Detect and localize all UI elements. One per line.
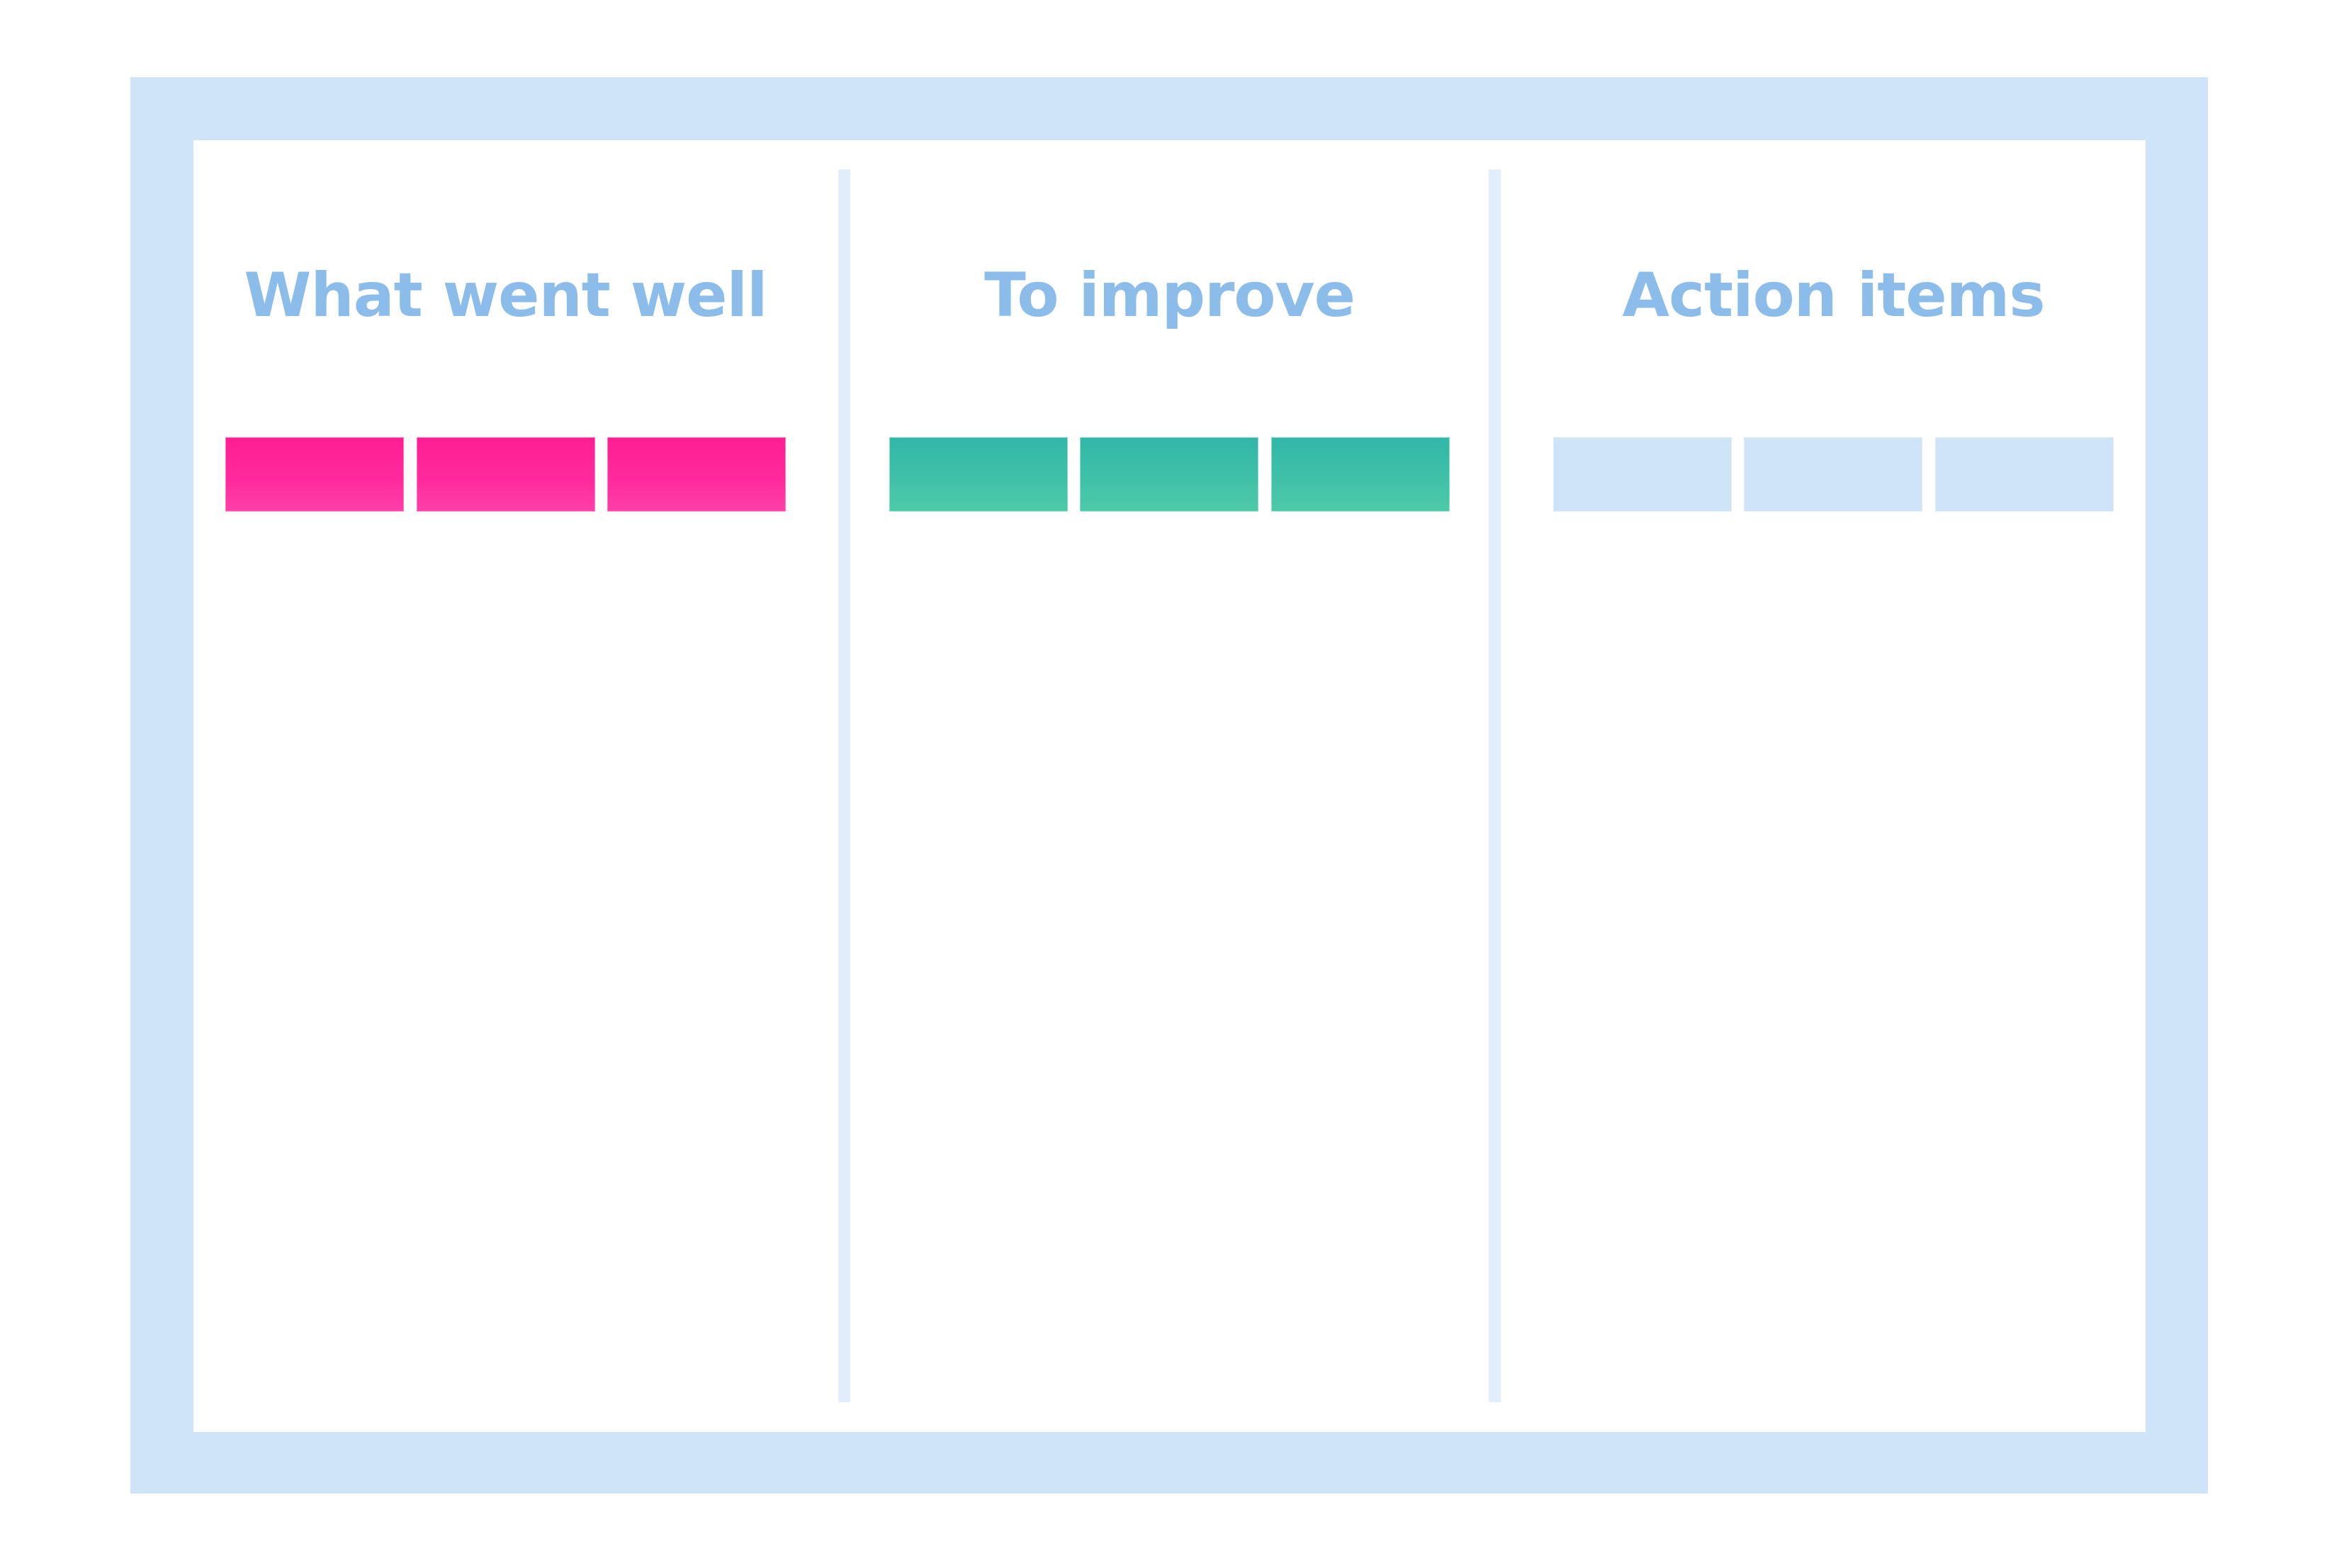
sticky-note-card[interactable] [607, 437, 786, 512]
column-heading-what-went-well: What went well [244, 260, 768, 331]
column-divider [838, 169, 850, 1402]
column-heading-action-items: Action items [1622, 260, 2045, 331]
sticky-note-card[interactable] [1080, 437, 1258, 512]
column-heading-to-improve: To improve [984, 260, 1356, 331]
sticky-note-card[interactable] [1935, 437, 2114, 512]
sticky-note-card[interactable] [1744, 437, 1922, 512]
sticky-note-card[interactable] [1553, 437, 1732, 512]
sticky-note-card[interactable] [1271, 437, 1450, 512]
sticky-note-card[interactable] [889, 437, 1068, 512]
sticky-note-card[interactable] [225, 437, 404, 512]
sticky-note-card[interactable] [417, 437, 595, 512]
column-divider [1489, 169, 1501, 1402]
